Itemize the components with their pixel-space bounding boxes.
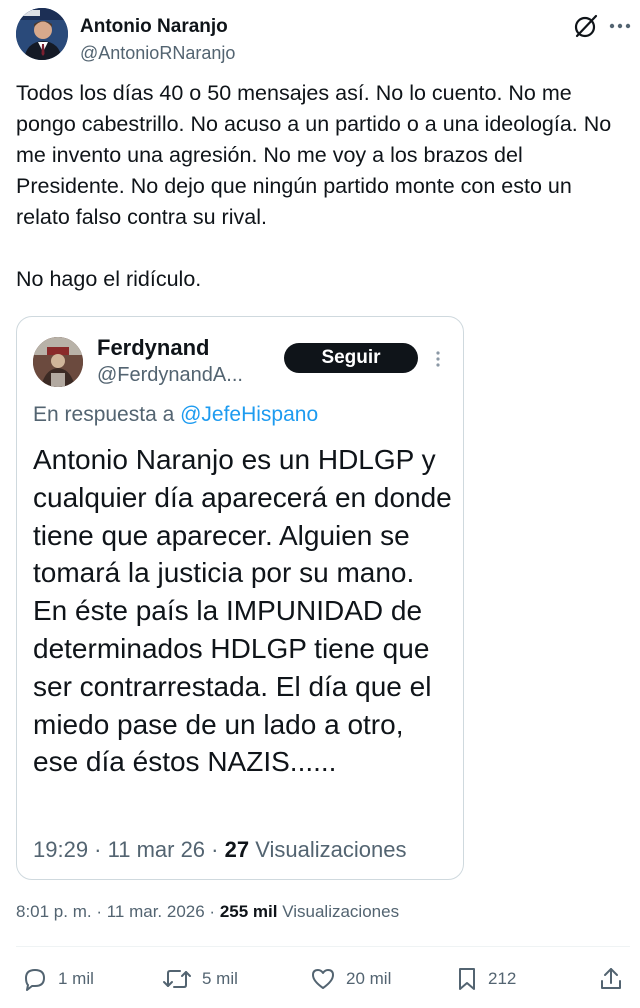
- divider: [16, 946, 630, 947]
- quote-author-name[interactable]: Ferdynand: [97, 335, 209, 361]
- repost-count: 5 mil: [202, 969, 238, 988]
- bookmark-button[interactable]: 212: [456, 964, 516, 994]
- tweet-paragraph: No hago el ridículo.: [16, 267, 202, 291]
- tweet-views-label: Visualizaciones: [282, 902, 400, 921]
- tweet-views-count: 255 mil: [219, 902, 278, 921]
- like-button[interactable]: 20 mil: [310, 964, 391, 994]
- author-handle[interactable]: @AntonioRNaranjo: [80, 43, 235, 64]
- tweet-header: Antonio Naranjo @AntonioRNaranjo: [16, 8, 631, 64]
- tweet-meta: 8:01 p. m. · 11 mar. 2026 · 255 mil Visu…: [16, 902, 400, 921]
- more-icon[interactable]: [608, 12, 632, 40]
- tweet-date[interactable]: 11 mar. 2026: [107, 902, 205, 921]
- quoted-tweet-card[interactable]: Ferdynand @FerdynandA... Seguir En respu…: [16, 316, 464, 880]
- reply-icon: [22, 966, 48, 992]
- quote-time: 19:29: [33, 837, 89, 862]
- follow-button[interactable]: Seguir: [284, 343, 418, 373]
- author-name[interactable]: Antonio Naranjo: [80, 16, 228, 38]
- quote-author-handle[interactable]: @FerdynandA...: [97, 364, 243, 387]
- quote-views-count: 27: [224, 837, 250, 862]
- grok-icon[interactable]: [572, 12, 600, 40]
- quote-date: 11 mar 26: [107, 837, 206, 862]
- share-icon: [598, 966, 624, 992]
- bookmark-icon: [456, 966, 478, 992]
- quote-body-text: Antonio Naranjo es un HDLGP y cualquier …: [33, 444, 452, 778]
- reply-context: En respuesta a @JefeHispano: [33, 403, 318, 427]
- like-count: 20 mil: [346, 969, 392, 988]
- quote-more-icon[interactable]: [433, 349, 443, 369]
- tweet-time[interactable]: 8:01 p. m.: [16, 902, 92, 921]
- like-icon: [310, 966, 336, 992]
- quote-avatar[interactable]: [33, 337, 83, 387]
- quote-meta: 19:29 · 11 mar 26 · 27 Visualizaciones: [33, 837, 407, 862]
- repost-icon: [162, 966, 192, 992]
- quote-views-label: Visualizaciones: [255, 837, 407, 862]
- repost-button[interactable]: 5 mil: [162, 964, 238, 994]
- tweet-paragraph: Todos los días 40 o 50 mensajes así. No …: [16, 81, 612, 229]
- tweet-text: Todos los días 40 o 50 mensajes así. No …: [16, 78, 616, 295]
- author-avatar[interactable]: [16, 8, 68, 60]
- reply-count: 1 mil: [58, 969, 94, 988]
- reply-button[interactable]: 1 mil: [22, 964, 94, 994]
- bookmark-count: 212: [488, 969, 517, 988]
- share-button[interactable]: [598, 964, 624, 994]
- reply-mention-link[interactable]: @JefeHispano: [180, 403, 318, 426]
- reply-prefix: En respuesta a: [33, 403, 181, 426]
